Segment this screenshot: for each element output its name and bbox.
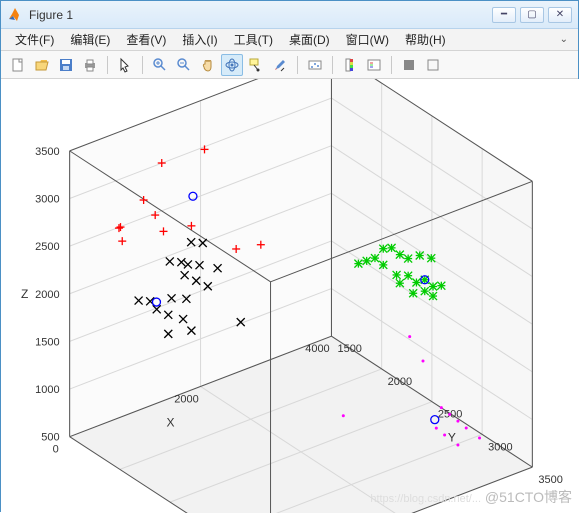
hideplot-button[interactable]: [398, 54, 420, 76]
zoomin-icon: [152, 57, 168, 73]
new-icon: [10, 57, 26, 73]
showplot-button[interactable]: [422, 54, 444, 76]
menu-edit[interactable]: 编辑(E): [62, 31, 118, 48]
legend-icon: [366, 57, 382, 73]
window-buttons: ━ ▢ ✕: [492, 7, 572, 23]
link-button[interactable]: [304, 54, 326, 76]
menu-help[interactable]: 帮助(H): [397, 31, 454, 48]
menu-chevron-icon[interactable]: ⌄: [556, 34, 572, 45]
menu-insert[interactable]: 插入(I): [174, 31, 225, 48]
rotate-button[interactable]: [221, 54, 243, 76]
axes-3d[interactable]: 0 2000 4000 1500 2000 2500 3000 3500 500 1000 1500…: [1, 79, 579, 513]
svg-text:1500: 1500: [35, 336, 59, 348]
svg-text:500: 500: [41, 432, 59, 444]
open-icon: [34, 57, 50, 73]
minimize-button[interactable]: ━: [492, 7, 516, 23]
svg-text:1500: 1500: [337, 343, 361, 355]
svg-text:2000: 2000: [174, 393, 198, 405]
rotate-icon: [224, 57, 240, 73]
svg-text:2500: 2500: [35, 241, 59, 253]
datacursor-icon: [248, 57, 264, 73]
pan-button[interactable]: [197, 54, 219, 76]
open-button[interactable]: [31, 54, 53, 76]
svg-text:3000: 3000: [488, 441, 512, 453]
save-button[interactable]: [55, 54, 77, 76]
menu-window[interactable]: 窗口(W): [338, 31, 397, 48]
menu-tools[interactable]: 工具(T): [226, 31, 281, 48]
maximize-button[interactable]: ▢: [520, 7, 544, 23]
showplot-icon: [425, 57, 441, 73]
svg-text:X: X: [167, 415, 175, 429]
pan-icon: [200, 57, 216, 73]
titlebar[interactable]: Figure 1 ━ ▢ ✕: [1, 1, 578, 29]
zoomout-button[interactable]: [173, 54, 195, 76]
close-button[interactable]: ✕: [548, 7, 572, 23]
legend-button[interactable]: [363, 54, 385, 76]
menu-file[interactable]: 文件(F): [7, 31, 62, 48]
datacursor-button[interactable]: [245, 54, 267, 76]
svg-text:Z: Z: [21, 287, 28, 301]
zoomin-button[interactable]: [149, 54, 171, 76]
edit-button[interactable]: [114, 54, 136, 76]
save-icon: [58, 57, 74, 73]
colorbar-button[interactable]: [339, 54, 361, 76]
print-button[interactable]: [79, 54, 101, 76]
svg-text:2000: 2000: [388, 376, 412, 388]
menubar: 文件(F) 编辑(E) 查看(V) 插入(I) 工具(T) 桌面(D) 窗口(W…: [1, 29, 578, 51]
toolbar: [1, 51, 578, 79]
svg-text:3500: 3500: [35, 146, 59, 158]
new-button[interactable]: [7, 54, 29, 76]
menu-desktop[interactable]: 桌面(D): [281, 31, 338, 48]
colorbar-icon: [342, 57, 358, 73]
zoomout-icon: [176, 57, 192, 73]
hideplot-icon: [401, 57, 417, 73]
svg-text:3000: 3000: [35, 194, 59, 206]
link-icon: [307, 57, 323, 73]
svg-text:4000: 4000: [305, 343, 329, 355]
svg-text:2000: 2000: [35, 289, 59, 301]
brush-icon: [272, 57, 288, 73]
figure-window: Figure 1 ━ ▢ ✕ 文件(F) 编辑(E) 查看(V) 插入(I) 工…: [0, 0, 579, 512]
print-icon: [82, 57, 98, 73]
svg-text:3500: 3500: [538, 474, 562, 486]
matlab-icon: [7, 7, 23, 23]
svg-text:1000: 1000: [35, 384, 59, 396]
brush-button[interactable]: [269, 54, 291, 76]
svg-text:Y: Y: [448, 431, 456, 445]
menu-view[interactable]: 查看(V): [118, 31, 174, 48]
window-title: Figure 1: [29, 8, 492, 22]
pointer-icon: [117, 57, 133, 73]
svg-text:0: 0: [53, 444, 59, 456]
